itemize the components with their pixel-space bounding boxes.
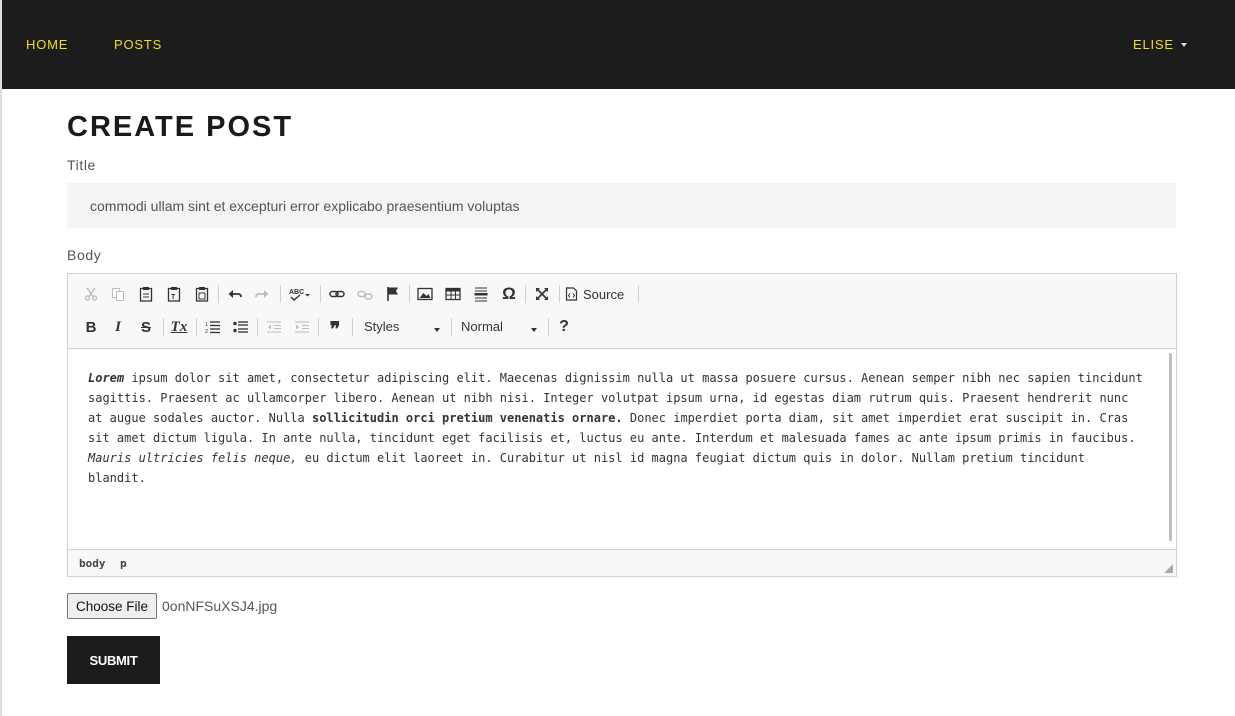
svg-text:2: 2 — [205, 329, 208, 334]
toolbar-separator — [163, 318, 164, 336]
styles-label: Styles — [364, 319, 400, 334]
toolbar-separator — [352, 318, 353, 336]
toolbar-separator — [638, 285, 639, 303]
numbered-list-icon[interactable]: 12 — [202, 316, 224, 338]
choose-file-button[interactable]: Choose File — [67, 593, 157, 619]
paste-text-icon[interactable]: T — [163, 283, 185, 305]
toolbar-separator — [318, 318, 319, 336]
maximize-icon[interactable] — [531, 283, 553, 305]
format-label: Normal — [461, 319, 503, 334]
path-item-body[interactable]: body — [79, 557, 106, 570]
navbar: HOME POSTS ELISE — [2, 0, 1235, 89]
horizontal-line-icon[interactable] — [470, 283, 492, 305]
copy-icon[interactable] — [107, 283, 129, 305]
italic-phrase: Mauris ultricies felis neque, — [88, 451, 298, 465]
chevron-down-icon — [531, 328, 537, 332]
rich-text-editor: T ABC Ω Source B I S Tx 1 2 ❞ Styles Nor… — [67, 273, 1177, 577]
user-menu-dropdown[interactable]: ELISE — [1133, 37, 1187, 52]
styles-dropdown[interactable]: Styles — [364, 319, 444, 341]
toolbar-separator — [320, 285, 321, 303]
page-title: CREATE POST — [67, 111, 294, 143]
bold-italic-word: Lorem — [88, 371, 125, 385]
toolbar-separator — [525, 285, 526, 303]
editor-paragraph: Lorem ipsum dolor sit amet, consectetur … — [88, 371, 1143, 485]
page: HOME POSTS ELISE CREATE POST Title Body … — [0, 0, 1235, 716]
italic-button[interactable]: I — [107, 316, 129, 338]
editor-path-bar: body p — [68, 549, 1176, 576]
spellcheck-icon[interactable]: ABC — [286, 283, 314, 305]
indent-icon[interactable] — [291, 316, 313, 338]
special-char-omega-icon[interactable]: Ω — [498, 283, 520, 305]
source-button[interactable]: Source — [565, 283, 635, 305]
editor-content[interactable]: Lorem ipsum dolor sit amet, consectetur … — [68, 350, 1169, 549]
bold-button[interactable]: B — [80, 316, 102, 338]
table-icon[interactable] — [442, 283, 464, 305]
undo-icon[interactable] — [224, 283, 246, 305]
image-icon[interactable] — [414, 283, 436, 305]
toolbar-separator — [280, 285, 281, 303]
paste-icon[interactable] — [135, 283, 157, 305]
bold-phrase: sollicitudin orci pretium venenatis orna… — [311, 411, 623, 425]
editor-toolbar: T ABC Ω Source B I S Tx 1 2 ❞ Styles Nor… — [68, 274, 1176, 349]
chevron-down-icon — [434, 328, 440, 332]
format-dropdown[interactable]: Normal — [461, 319, 541, 341]
bulleted-list-icon[interactable] — [230, 316, 252, 338]
toolbar-separator — [548, 318, 549, 336]
nav-posts-link[interactable]: POSTS — [114, 37, 162, 52]
toolbar-separator — [218, 285, 219, 303]
submit-button[interactable]: SUBMIT — [67, 636, 160, 684]
cut-icon[interactable] — [80, 283, 102, 305]
toolbar-separator — [451, 318, 452, 336]
toolbar-separator — [196, 318, 197, 336]
user-name: ELISE — [1133, 37, 1174, 52]
svg-text:ABC: ABC — [289, 289, 304, 296]
title-input[interactable] — [67, 183, 1176, 228]
unlink-icon[interactable] — [354, 283, 376, 305]
editor-scrollbar[interactable] — [1169, 353, 1172, 541]
caret-down-icon — [1180, 43, 1187, 47]
help-button[interactable]: ? — [553, 316, 575, 338]
toolbar-separator — [409, 285, 410, 303]
toolbar-separator — [559, 285, 560, 303]
outdent-icon[interactable] — [263, 316, 285, 338]
svg-text:1: 1 — [205, 322, 208, 328]
nav-home-link[interactable]: HOME — [26, 37, 68, 52]
anchor-flag-icon[interactable] — [382, 283, 404, 305]
blockquote-icon[interactable]: ❞ — [324, 316, 346, 341]
title-label: Title — [67, 157, 96, 173]
svg-text:T: T — [171, 294, 176, 301]
source-icon — [565, 287, 578, 301]
path-item-p[interactable]: p — [120, 557, 127, 570]
strikethrough-button[interactable]: S — [135, 316, 157, 338]
body-label: Body — [67, 247, 102, 263]
toolbar-separator — [257, 318, 258, 336]
redo-icon[interactable] — [251, 283, 273, 305]
resize-handle-icon[interactable] — [1164, 564, 1173, 573]
selected-file-name: 0onNFSuXSJ4.jpg — [162, 598, 278, 614]
link-icon[interactable] — [326, 283, 348, 305]
remove-format-button[interactable]: Tx — [168, 316, 190, 338]
paste-from-word-icon[interactable] — [191, 283, 213, 305]
source-label: Source — [583, 286, 625, 302]
